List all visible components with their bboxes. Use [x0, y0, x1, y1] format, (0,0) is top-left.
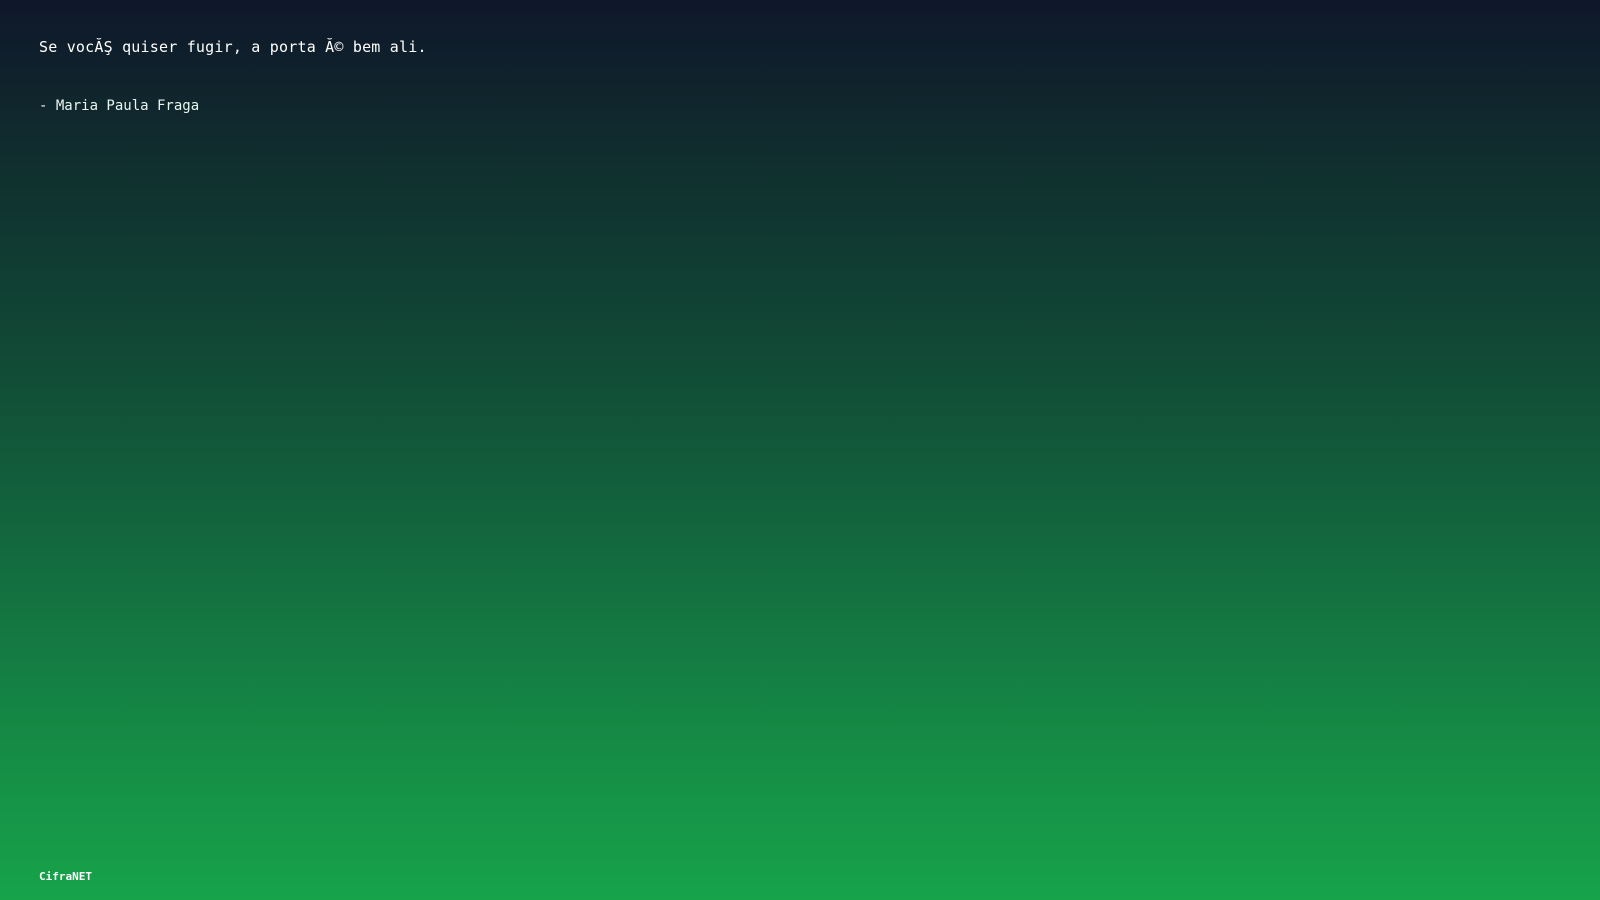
quote-screen: Se vocĂŞ quiser fugir, a porta Ă© bem al…: [0, 0, 1600, 900]
quote-text: Se vocĂŞ quiser fugir, a porta Ă© bem al…: [39, 38, 427, 56]
brand-label: CifraNET: [39, 870, 92, 883]
quote-author: - Maria Paula Fraga: [39, 98, 200, 114]
